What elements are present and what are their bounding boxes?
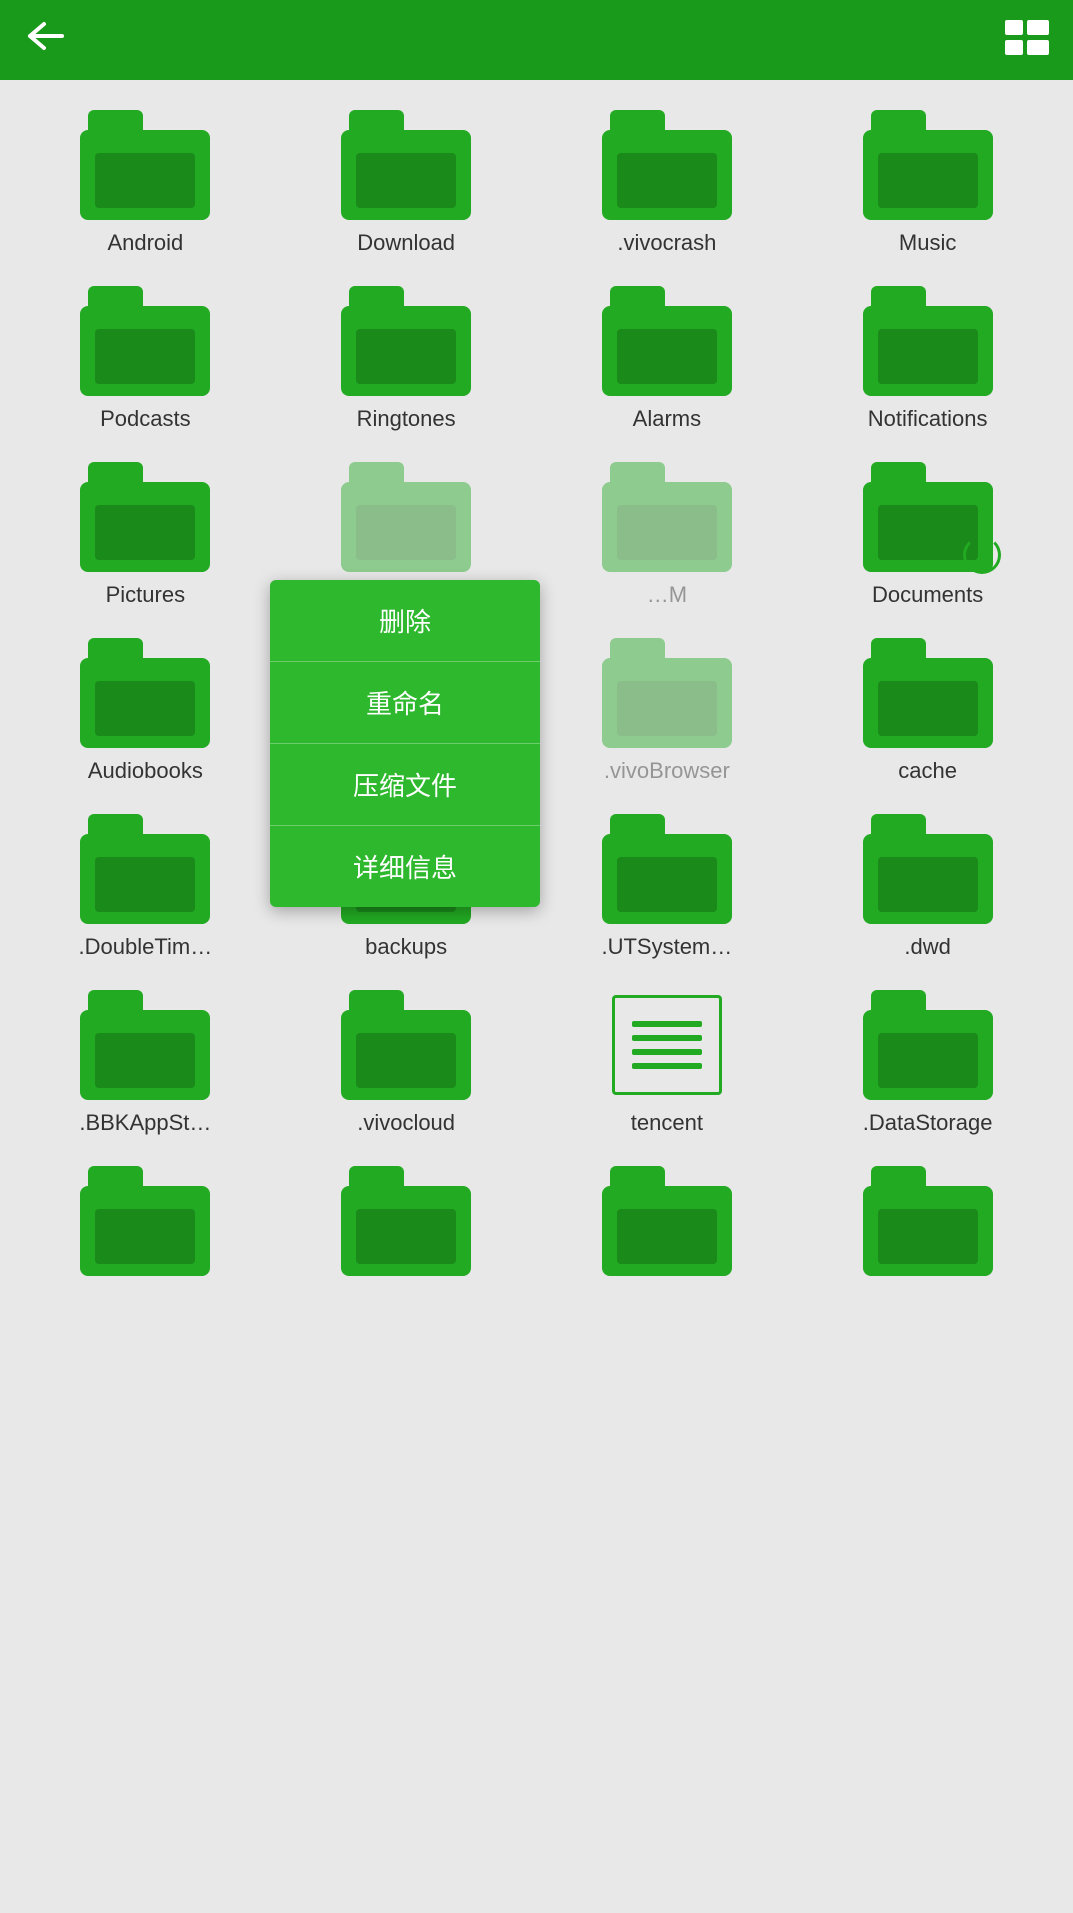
folder-dwd[interactable]: .dwd <box>802 814 1053 960</box>
folder-label-bbkappst: .BBKAppSt… <box>79 1110 211 1136</box>
folder-icon-ringtones <box>341 286 471 396</box>
folder-icon-row7col1 <box>80 1166 210 1276</box>
folder-bbkappst[interactable]: .BBKAppSt… <box>20 990 271 1136</box>
folder-label-alarms: Alarms <box>633 406 701 432</box>
context-menu-compress[interactable]: 压缩文件 <box>270 744 540 826</box>
context-menu-rename[interactable]: 重命名 <box>270 662 540 744</box>
folder-icon-utsystem <box>602 814 732 924</box>
folder-label-vivocrash: .vivocrash <box>617 230 716 256</box>
folder-icon-row7col4 <box>863 1166 993 1276</box>
folder-icon-vivocloud <box>341 990 471 1100</box>
folder-icon-notifications <box>863 286 993 396</box>
file-icon-tencent <box>602 990 732 1100</box>
folder-icon-dwd <box>863 814 993 924</box>
folder-label-pictures: Pictures <box>106 582 185 608</box>
folder-icon-dcim <box>602 462 732 572</box>
refresh-icon <box>963 536 1001 574</box>
folder-icon-doubletim <box>80 814 210 924</box>
folder-audiobooks[interactable]: Audiobooks <box>20 638 271 784</box>
folder-pictures[interactable]: Pictures <box>20 462 271 608</box>
folder-icon-row7col2 <box>341 1166 471 1276</box>
folder-label-dwd: .dwd <box>904 934 950 960</box>
folder-row7col4[interactable] <box>802 1166 1053 1286</box>
folder-datastorage[interactable]: .DataStorage <box>802 990 1053 1136</box>
folder-icon-documents <box>863 462 993 572</box>
folder-row7col3[interactable] <box>542 1166 793 1286</box>
file-tencent[interactable]: tencent <box>542 990 793 1136</box>
header <box>0 0 1073 80</box>
folder-icon-row7col3 <box>602 1166 732 1276</box>
folder-android[interactable]: Android <box>20 110 271 256</box>
folder-label-audiobooks: Audiobooks <box>88 758 203 784</box>
folder-cache[interactable]: cache <box>802 638 1053 784</box>
back-button[interactable] <box>24 20 64 60</box>
folder-documents[interactable]: Documents <box>802 462 1053 608</box>
folder-row7col1[interactable] <box>20 1166 271 1286</box>
folder-label-utsystem: .UTSystem… <box>601 934 732 960</box>
folder-icon-movies <box>341 462 471 572</box>
folder-icon-download <box>341 110 471 220</box>
folder-label-music: Music <box>899 230 956 256</box>
folder-podcasts[interactable]: Podcasts <box>20 286 271 432</box>
grid-view-button[interactable] <box>1005 20 1049 61</box>
folder-dcim[interactable]: …M <box>542 462 793 608</box>
folder-music[interactable]: Music <box>802 110 1053 256</box>
folder-label-documents: Documents <box>872 582 983 608</box>
folder-label-download: Download <box>357 230 455 256</box>
folder-icon-podcasts <box>80 286 210 396</box>
folder-label-vivobrowser: .vivoBrowser <box>604 758 730 784</box>
folder-icon-cache <box>863 638 993 748</box>
folder-label-vivocloud: .vivocloud <box>357 1110 455 1136</box>
folder-label-cache: cache <box>898 758 957 784</box>
folder-ringtones[interactable]: Ringtones <box>281 286 532 432</box>
context-menu: 删除 重命名 压缩文件 详细信息 <box>270 580 540 907</box>
folder-download[interactable]: Download <box>281 110 532 256</box>
folder-icon-android <box>80 110 210 220</box>
app-container: Android Download .vivocrash <box>0 0 1073 1316</box>
folder-icon-datastorage <box>863 990 993 1100</box>
folder-icon-pictures <box>80 462 210 572</box>
folder-icon-music <box>863 110 993 220</box>
context-menu-overlay: 删除 重命名 压缩文件 详细信息 <box>270 580 540 907</box>
folder-icon-audiobooks <box>80 638 210 748</box>
folder-label-datastorage: .DataStorage <box>863 1110 993 1136</box>
folder-label-dcim: …M <box>647 582 687 608</box>
folder-vivocrash[interactable]: .vivocrash <box>542 110 793 256</box>
folder-label-notifications: Notifications <box>868 406 988 432</box>
context-menu-delete[interactable]: 删除 <box>270 580 540 662</box>
folder-vivocloud[interactable]: .vivocloud <box>281 990 532 1136</box>
folder-alarms[interactable]: Alarms <box>542 286 793 432</box>
folder-icon-vivocrash <box>602 110 732 220</box>
folder-vivobrowser[interactable]: .vivoBrowser <box>542 638 793 784</box>
folder-label-doubletim: .DoubleTim… <box>79 934 213 960</box>
folder-icon-alarms <box>602 286 732 396</box>
folder-label-ringtones: Ringtones <box>357 406 456 432</box>
folder-label-tencent: tencent <box>631 1110 703 1136</box>
folder-doubletim[interactable]: .DoubleTim… <box>20 814 271 960</box>
folder-label-backups: backups <box>365 934 447 960</box>
folder-icon-bbkappst <box>80 990 210 1100</box>
folder-label-podcasts: Podcasts <box>100 406 191 432</box>
folder-label-android: Android <box>107 230 183 256</box>
folder-utsystem[interactable]: .UTSystem… <box>542 814 793 960</box>
folder-icon-vivobrowser <box>602 638 732 748</box>
folder-notifications[interactable]: Notifications <box>802 286 1053 432</box>
folder-row7col2[interactable] <box>281 1166 532 1286</box>
context-menu-details[interactable]: 详细信息 <box>270 826 540 907</box>
